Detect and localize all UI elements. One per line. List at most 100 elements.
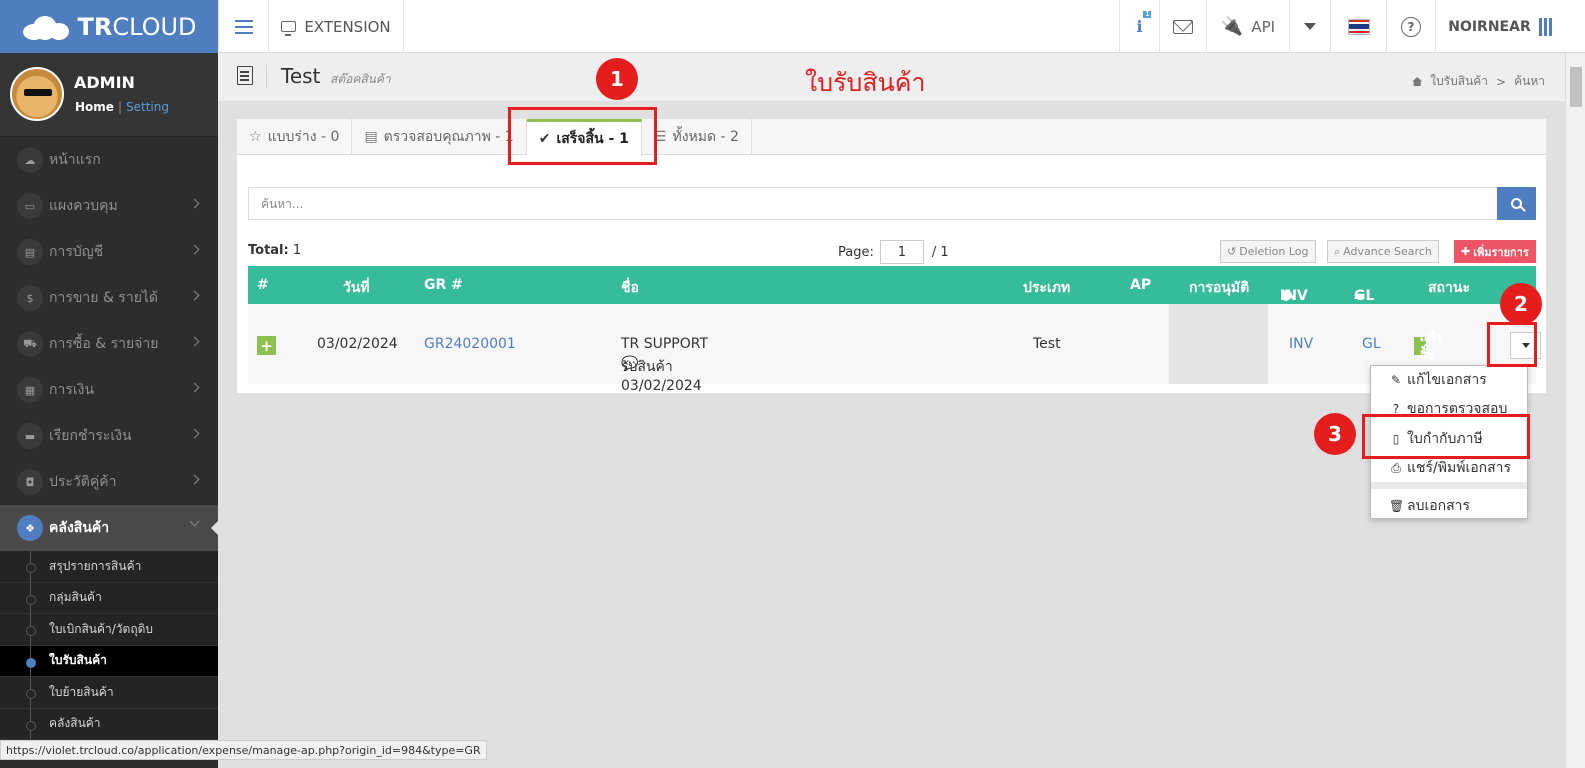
- row-inv-link[interactable]: INV: [1289, 336, 1313, 352]
- chevron-icon: [189, 336, 200, 347]
- plus-icon: ✚: [1461, 245, 1471, 258]
- avatar[interactable]: [10, 67, 64, 121]
- language-button[interactable]: [1330, 0, 1386, 53]
- page-header: Test สต๊อคสินค้า ใบรับสินค้า ใบรับสินค้า…: [218, 53, 1585, 101]
- status-tabs: ☆ แบบร่าง - 0 ▤ ตรวจสอบคุณภาพ - 1 ✔ เสร็จสิ้น…: [237, 119, 1546, 156]
- sidebar-item[interactable]: ▭ แผงควบคุม: [0, 183, 218, 229]
- browser-status-bar: https://violet.trcloud.co/application/ex…: [0, 740, 487, 760]
- sidebar-nav: ☁ หน้าแรก ▭ แผงควบคุม ▤ การบัญชี $ การขาย & ราย…: [0, 137, 219, 551]
- sidebar-item[interactable]: ▬ เรียกชำระเงิน: [0, 413, 218, 459]
- cloud-logo-icon: [21, 14, 71, 40]
- home-icon[interactable]: [1412, 77, 1423, 86]
- info-button[interactable]: i1: [1119, 0, 1159, 53]
- column-header: การอนุมัติ: [1189, 280, 1250, 296]
- deletion-log-button[interactable]: ↺ Deletion Log: [1220, 240, 1316, 263]
- submenu-item[interactable]: คลังสินค้า: [0, 708, 218, 740]
- messages-button[interactable]: [1159, 0, 1206, 53]
- annotation-marker-1: 1: [596, 58, 638, 100]
- brand-logo[interactable]: TRCLOUD: [0, 0, 218, 53]
- tab[interactable]: ☰ ทั้งหมด - 2: [642, 119, 752, 155]
- annotation-box-1: [508, 107, 657, 165]
- menu-item-share-print[interactable]: ⎙ แชร์/พิมพ์เอกสาร: [1389, 457, 1511, 479]
- tab[interactable]: ▤ ตรวจสอบคุณภาพ - 1: [352, 119, 527, 155]
- edit-icon: ✎: [1390, 373, 1402, 387]
- username-label: NOIRNEAR: [1448, 18, 1531, 35]
- submenu-item[interactable]: ใบเบิกสินค้า/วัตถุดิบ: [0, 614, 218, 646]
- sidebar: ADMIN Home | Setting ☁ หน้าแรก ▭ แผงควบคุม ▤ กา…: [0, 53, 219, 768]
- credit-card-icon: ▬: [17, 423, 43, 449]
- address-book-icon: ◘: [17, 469, 43, 495]
- main-panel: ☆ แบบร่าง - 0 ▤ ตรวจสอบคุณภาพ - 1 ✔ เสร็จสิ้น…: [236, 118, 1547, 394]
- menu-item-edit-document[interactable]: ✎ แก้ไขเอกสาร: [1389, 369, 1487, 391]
- api-dropdown-button[interactable]: [1289, 0, 1330, 53]
- annotation-title: ใบรับสินค้า: [805, 68, 926, 97]
- menu-item-delete-document[interactable]: 🗑 ลบเอกสาร: [1389, 495, 1470, 517]
- sidebar-item[interactable]: ⛟ การซื้อ & รายจ่าย: [0, 321, 218, 367]
- api-button[interactable]: 🔌 API: [1206, 0, 1289, 53]
- submenu-item[interactable]: ใบรับสินค้า: [0, 645, 218, 677]
- company-button[interactable]: NOIRNEAR: [1435, 0, 1565, 53]
- sidebar-item-label: การซื้อ & รายจ่าย: [49, 336, 159, 352]
- row-gl-link[interactable]: GL: [1362, 336, 1381, 352]
- table-header: # วันที่ GR # ชื่อ ประเภท AP การอนุมัติ …: [248, 266, 1536, 304]
- menu-toggle-button[interactable]: [218, 0, 269, 53]
- question-circle-icon: ?: [1401, 16, 1421, 37]
- sidebar-item-label: เรียกชำระเงิน: [49, 428, 132, 444]
- submenu-item[interactable]: กลุ่มสินค้า: [0, 582, 218, 614]
- advance-search-button[interactable]: ⌕ Advance Search: [1327, 240, 1439, 263]
- user-links: Home | Setting: [75, 100, 169, 114]
- row-gr-number[interactable]: GR24020001: [424, 336, 516, 352]
- sidebar-item-label: การขาย & รายได้: [49, 290, 159, 306]
- document-icon: ▤: [364, 129, 378, 145]
- cloud-icon: ☁: [17, 147, 43, 173]
- sidebar-item[interactable]: ☁ หน้าแรก: [0, 137, 218, 183]
- status-badge: ✔ เสร็จสิ้น: [1414, 331, 1443, 362]
- document-icon: [237, 66, 253, 85]
- tab-label: ตรวจสอบคุณภาพ - 1: [383, 129, 514, 145]
- building-icon: [1538, 17, 1553, 36]
- breadcrumb: ใบรับสินค้า > ค้นหา: [1412, 72, 1545, 91]
- search-button[interactable]: [1497, 187, 1536, 220]
- page-input[interactable]: 1: [879, 240, 924, 264]
- submenu-item[interactable]: ใบย้ายสินค้า: [0, 677, 218, 709]
- inventory-submenu: สรุปรายการสินค้า กลุ่มสินค้า ใบเบิกสินค้า/…: [0, 551, 218, 740]
- column-header[interactable]: ชื่อ: [621, 277, 639, 299]
- sidebar-item-label: คลังสินค้า: [49, 520, 110, 536]
- breadcrumb-item: ค้นหา: [1514, 74, 1545, 88]
- chevron-icon: [189, 516, 200, 527]
- home-link[interactable]: Home: [75, 100, 114, 114]
- chevron-icon: [189, 382, 200, 393]
- thai-flag-icon: [1347, 18, 1370, 35]
- search-input[interactable]: [249, 188, 1499, 219]
- star-icon: ☆: [249, 129, 262, 145]
- annotation-box-3: [1362, 414, 1530, 459]
- top-bar: TRCLOUD EXTENSION i1 🔌 API ? NOIRNEAR: [0, 0, 1585, 53]
- sidebar-item[interactable]: ◘ ประวัติคู่ค้า: [0, 459, 218, 505]
- column-header[interactable]: ประเภท: [1023, 277, 1070, 299]
- trash-icon: 🗑: [1389, 499, 1405, 513]
- breadcrumb-item[interactable]: ใบรับสินค้า: [1430, 72, 1488, 91]
- sidebar-item[interactable]: $ การขาย & รายได้: [0, 275, 218, 321]
- submenu-item[interactable]: สรุปรายการสินค้า: [0, 551, 218, 583]
- envelope-icon: [1173, 19, 1193, 34]
- extension-button[interactable]: EXTENSION: [269, 0, 404, 53]
- expand-row-button[interactable]: +: [257, 336, 276, 355]
- column-header[interactable]: วันที่: [343, 277, 370, 299]
- tab[interactable]: ☆ แบบร่าง - 0: [237, 119, 353, 155]
- setting-link[interactable]: Setting: [126, 100, 169, 114]
- add-item-button[interactable]: ✚ เพิ่มรายการ: [1454, 240, 1536, 263]
- annotation-box-2: [1487, 322, 1537, 367]
- dollar-icon: $: [17, 285, 43, 311]
- brand-name: TRCLOUD: [77, 12, 197, 41]
- sidebar-item-label: แผงควบคุม: [49, 198, 118, 214]
- sidebar-item[interactable]: ▦ การเงิน: [0, 367, 218, 413]
- help-button[interactable]: ?: [1386, 0, 1435, 53]
- column-header: #: [257, 277, 269, 293]
- calendar-icon: ▦: [17, 377, 43, 403]
- sidebar-item[interactable]: ❖ คลังสินค้า: [0, 505, 219, 551]
- page-scrollbar[interactable]: [1565, 53, 1585, 768]
- column-header[interactable]: GR #: [424, 277, 463, 293]
- tab-label: แบบร่าง - 0: [267, 129, 340, 145]
- sidebar-item[interactable]: ▤ การบัญชี: [0, 229, 218, 275]
- history-icon: ↺: [1227, 245, 1237, 258]
